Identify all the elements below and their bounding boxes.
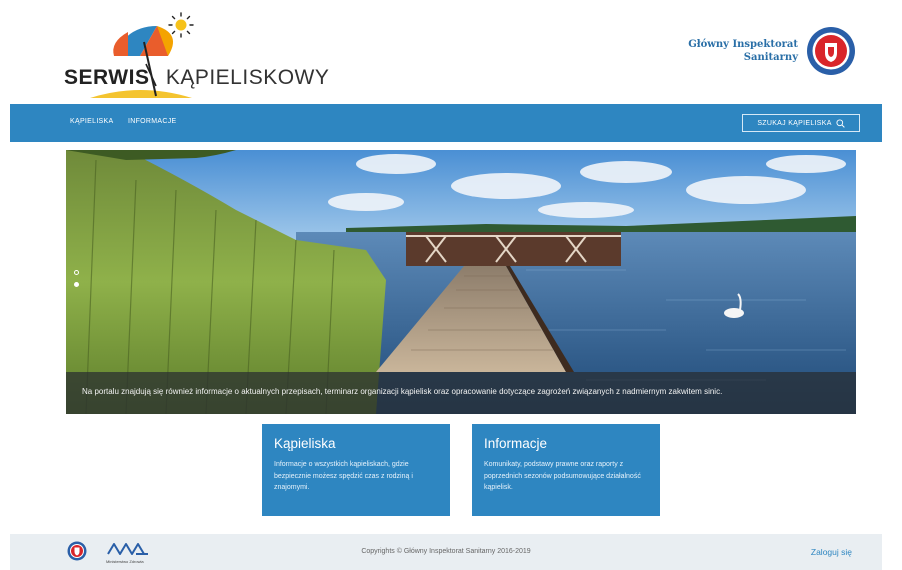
nav-item-informacje[interactable]: INFORMACJE (128, 118, 177, 125)
card-kapieliska[interactable]: Kąpieliska Informacje o wszystkich kąpie… (262, 424, 450, 516)
card-informacje[interactable]: Informacje Komunikaty, podstawy prawne o… (472, 424, 660, 516)
hero-caption: Na portalu znajdują się również informac… (66, 372, 856, 414)
card-title: Informacje (484, 436, 548, 451)
hero-slider: Na portalu znajdują się również informac… (66, 150, 856, 414)
search-button[interactable]: SZUKAJ KĄPIELISKA (742, 114, 860, 132)
card-title: Kąpieliska (274, 436, 336, 451)
card-text: Komunikaty, podstawy prawne oraz raporty… (484, 461, 641, 491)
search-button-label: SZUKAJ KĄPIELISKA (757, 119, 832, 127)
site-logo[interactable]: SERWIS KĄPIELISKOWY (62, 12, 329, 102)
slider-dots (74, 270, 79, 294)
gis-name: Główny Inspektorat Sanitarny (688, 39, 798, 63)
logo-bold-text: SERWIS (64, 66, 150, 89)
main-nav: KĄPIELISKA INFORMACJE SZUKAJ KĄPIELISKA (10, 104, 882, 142)
slider-dot-2[interactable] (74, 282, 79, 287)
login-link[interactable]: Zaloguj się (811, 547, 852, 557)
copyright: Copyrights © Główny Inspektorat Sanitarn… (361, 548, 531, 555)
gis-brand[interactable]: Główny Inspektorat Sanitarny (688, 26, 856, 76)
ministry-label: Ministerstwo Zdrowia (106, 559, 144, 564)
card-text: Informacje o wszystkich kąpieliskach, gd… (274, 461, 413, 491)
logo-light-text: KĄPIELISKOWY (165, 66, 330, 89)
site-footer: Ministerstwo Zdrowia Copyrights © Główny… (10, 534, 882, 570)
nav-item-kapieliska[interactable]: KĄPIELISKA (70, 118, 113, 125)
slider-dot-1[interactable] (74, 270, 79, 275)
sun-icon (168, 12, 194, 38)
logo-wordmark: SERWIS KĄPIELISKOWY (64, 66, 329, 90)
search-icon (836, 118, 845, 128)
gis-emblem-icon (807, 27, 855, 75)
site-header: SERWIS KĄPIELISKOWY Główny Inspektorat S… (0, 0, 902, 104)
